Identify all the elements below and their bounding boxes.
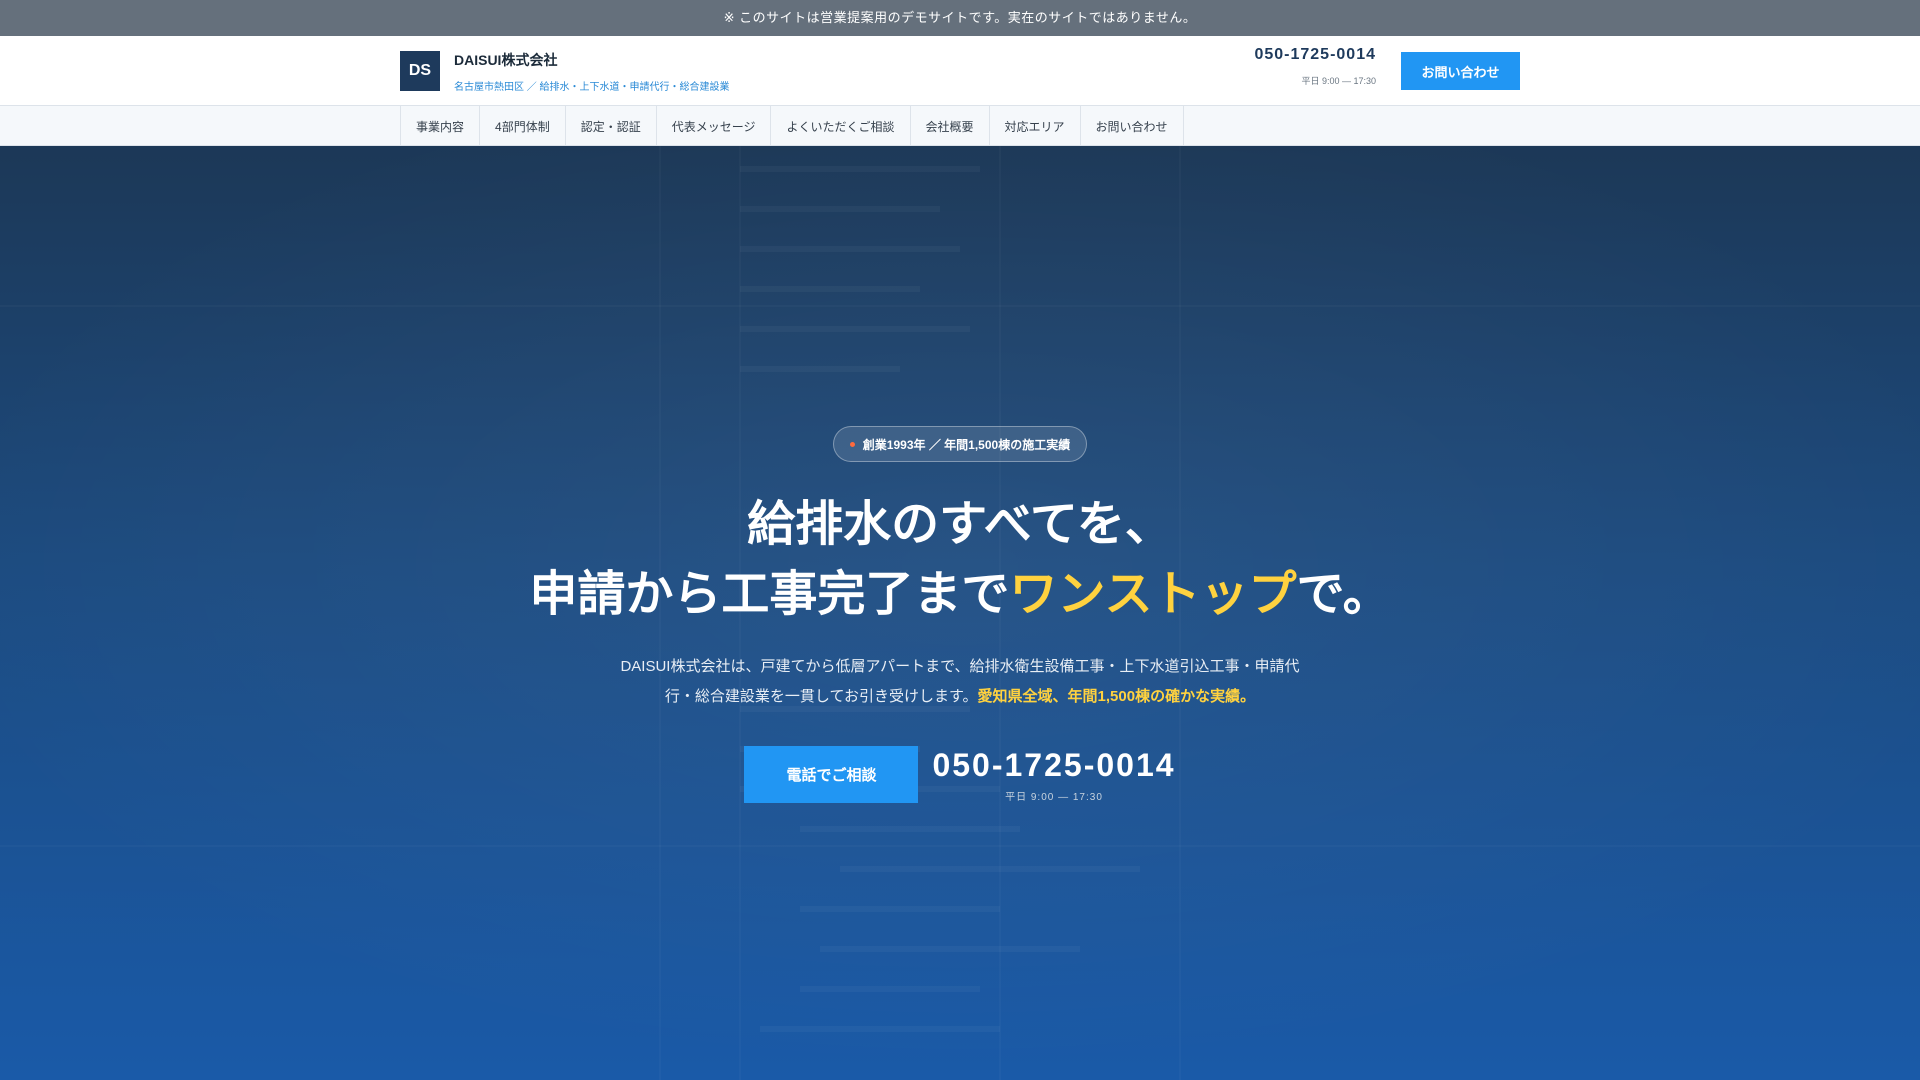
badge-text: 創業1993年 ／ 年間1,500棟の施工実績 [862, 437, 1071, 452]
hero-phone-block: 050-1725-0014 平日 9:00 — 17:30 [932, 747, 1175, 803]
nav-item-divisions[interactable]: 4部門体制 [480, 106, 566, 146]
hero-section: 創業1993年 ／ 年間1,500棟の施工実績 給排水のすべてを、 申請から工事… [0, 146, 1920, 1080]
demo-notice-text: ※ このサイトは営業提案用のデモサイトです。実在のサイトではありません。 [723, 10, 1197, 25]
hero-headline: 給排水のすべてを、 申請から工事完了までワンストップで。 [0, 490, 1920, 630]
brand-name: DAISUI株式会社 [454, 52, 558, 68]
lead-accent: 愛知県全域、年間1,500棟の確かな実績。 [977, 688, 1256, 705]
nav-item-area[interactable]: 対応エリア [990, 106, 1081, 146]
nav-item-services[interactable]: 事業内容 [401, 106, 481, 146]
nav-item-label: 対応エリア [1004, 119, 1065, 134]
lead-line-2-pre: 行・総合建設業を一貫してお引き受けします。 [664, 688, 978, 705]
logo-text: DS [408, 62, 432, 79]
nav-item-label: よくいただくご相談 [786, 119, 895, 134]
nav-item-label: 認定・認証 [580, 119, 641, 134]
headline-accent: ワンストップ [1009, 568, 1297, 621]
hero-hours: 平日 9:00 — 17:30 [1005, 791, 1103, 803]
nav-item-label: 代表メッセージ [671, 119, 756, 134]
nav-item-label: 4部門体制 [495, 119, 550, 134]
nav-item-label: お問い合わせ [1095, 119, 1168, 134]
headline-line-2-post: で。 [1296, 568, 1391, 621]
logo[interactable]: DS [400, 51, 440, 91]
brand[interactable]: DAISUI株式会社 名古屋市熱田区 ／ 給排水・上下水道・申請代行・総合建設業 [454, 50, 730, 93]
founding-badge: 創業1993年 ／ 年間1,500棟の施工実績 [832, 426, 1088, 462]
header-hours: 平日 9:00 — 17:30 [1301, 76, 1376, 86]
demo-notice-bar: ※ このサイトは営業提案用のデモサイトです。実在のサイトではありません。 [0, 0, 1920, 36]
lead-line-1: DAISUI株式会社は、戸建てから低層アパートまで、給排水衛生設備工事・上下水道… [620, 658, 1300, 675]
headline-line-1: 給排水のすべてを、 [747, 498, 1173, 551]
badge-dot-icon [849, 441, 855, 447]
hero-lead: DAISUI株式会社は、戸建てから低層アパートまで、給排水衛生設備工事・上下水道… [0, 652, 1920, 712]
nav-item-label: 事業内容 [416, 119, 465, 134]
call-consult-button[interactable]: 電話でご相談 [744, 746, 919, 803]
nav-item-label: 会社概要 [925, 119, 974, 134]
header-contact: 050-1725-0014 平日 9:00 — 17:30 [1254, 46, 1376, 87]
brand-subtitle: 名古屋市熱田区 ／ 給排水・上下水道・申請代行・総合建設業 [454, 82, 730, 93]
headline-line-2-pre: 申請から工事完了まで [529, 568, 1010, 621]
headline-line-2: 申請から工事完了までワンストップで。 [0, 560, 1920, 630]
contact-button[interactable]: お問い合わせ [1401, 52, 1520, 90]
nav-item-faq[interactable]: よくいただくご相談 [771, 106, 911, 146]
nav-item-message[interactable]: 代表メッセージ [657, 106, 772, 146]
site-header: DS DAISUI株式会社 名古屋市熱田区 ／ 給排水・上下水道・申請代行・総合… [0, 36, 1920, 106]
global-nav: 事業内容 4部門体制 認定・認証 代表メッセージ よくいただくご相談 会社概要 … [0, 106, 1920, 146]
nav-item-certifications[interactable]: 認定・認証 [566, 106, 657, 146]
nav-item-company[interactable]: 会社概要 [911, 106, 990, 146]
hero-cta-row: 電話でご相談 050-1725-0014 平日 9:00 — 17:30 [0, 746, 1920, 803]
hero-phone-number[interactable]: 050-1725-0014 [932, 747, 1175, 784]
nav-item-contact[interactable]: お問い合わせ [1081, 106, 1184, 146]
hero-content: 創業1993年 ／ 年間1,500棟の施工実績 給排水のすべてを、 申請から工事… [0, 426, 1920, 803]
header-phone[interactable]: 050-1725-0014 [1254, 46, 1376, 64]
